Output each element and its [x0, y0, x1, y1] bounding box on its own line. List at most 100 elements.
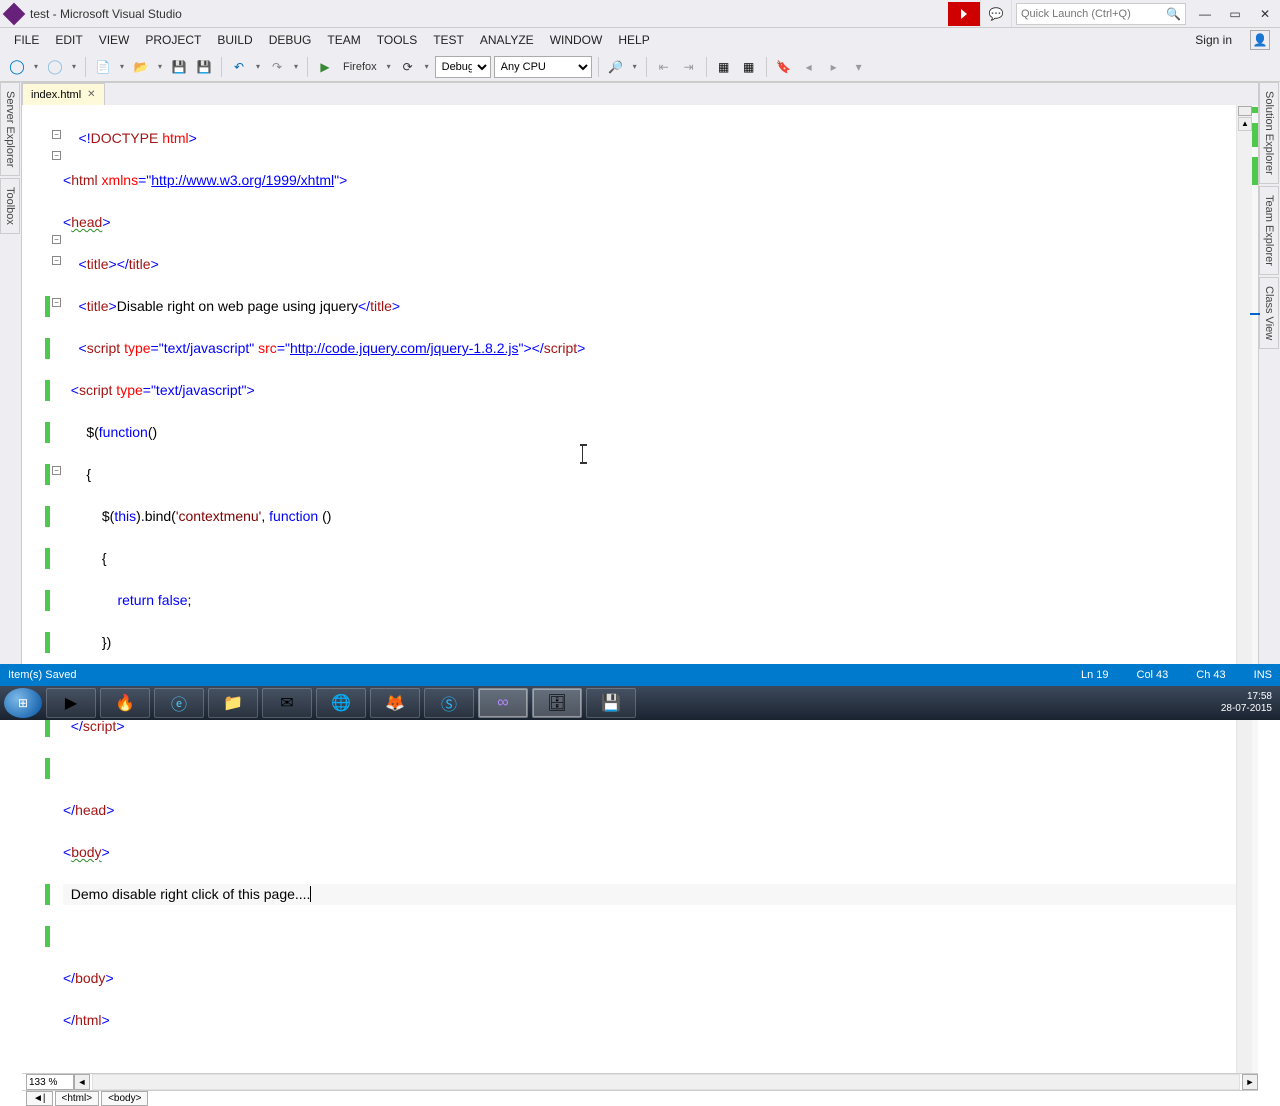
next-bookmark-button[interactable]: ▸ [823, 56, 845, 78]
server-explorer-tab[interactable]: Server Explorer [0, 82, 20, 176]
menu-project[interactable]: PROJECT [137, 30, 209, 50]
minimize-button[interactable]: — [1190, 4, 1220, 24]
platform-combo[interactable]: Any CPU [494, 56, 592, 78]
menubar: FILE EDIT VIEW PROJECT BUILD DEBUG TEAM … [0, 28, 1280, 52]
scroll-right-icon[interactable]: ► [1242, 1074, 1258, 1090]
editor[interactable]: − − − − − − <!DOCTYPE html> <html xmlns=… [22, 105, 1258, 1073]
status-col: Col 43 [1137, 669, 1169, 681]
quick-launch-input[interactable] [1021, 8, 1161, 20]
undo-button[interactable]: ↶ [228, 56, 250, 78]
config-combo[interactable]: Debug [435, 56, 491, 78]
refresh-button[interactable]: ⟳ [397, 56, 419, 78]
zoom-combo[interactable] [26, 1074, 74, 1090]
toolbox-tab[interactable]: Toolbox [0, 178, 20, 234]
class-view-tab[interactable]: Class View [1259, 277, 1279, 349]
search-icon: 🔍 [1166, 7, 1181, 21]
taskbar: ⊞ ▶ 🔥 ⓔ 📁 ✉ 🌐 🦊 Ⓢ ∞ 🗄 💾 17:58 28-07-2015 [0, 686, 1280, 720]
fold-icon[interactable]: − [52, 235, 61, 244]
taskbar-ssms[interactable]: 🗄 [532, 688, 582, 718]
nav-forward-dropdown[interactable]: ▾ [69, 62, 79, 71]
file-tab-label: index.html [31, 89, 81, 101]
maximize-button[interactable]: ▭ [1220, 4, 1250, 24]
breadcrumb-body[interactable]: <body> [101, 1091, 148, 1106]
outdent-button[interactable]: ⇤ [653, 56, 675, 78]
overview-ruler[interactable] [1252, 105, 1258, 1073]
vertical-scrollbar[interactable]: ▲ [1236, 105, 1252, 1073]
find-button[interactable]: 🔎 [605, 56, 627, 78]
bookmark-button[interactable]: 🔖 [773, 56, 795, 78]
start-button[interactable]: ⊞ [4, 688, 42, 718]
taskbar-visualstudio[interactable]: ∞ [478, 688, 528, 718]
menu-window[interactable]: WINDOW [542, 30, 611, 50]
caret [310, 886, 311, 902]
menu-help[interactable]: HELP [610, 30, 657, 50]
fold-icon[interactable]: − [52, 256, 61, 265]
breadcrumb-nav[interactable]: ◄| [26, 1091, 53, 1106]
feedback-button[interactable]: 💬 [980, 0, 1012, 27]
notifications-button[interactable] [948, 2, 980, 26]
open-file-button[interactable]: 📂 [130, 56, 152, 78]
taskbar-firefox[interactable]: 🦊 [370, 688, 420, 718]
menu-debug[interactable]: DEBUG [261, 30, 320, 50]
scroll-left-icon[interactable]: ◄ [74, 1074, 90, 1090]
menu-edit[interactable]: EDIT [47, 30, 90, 50]
taskbar-skype[interactable]: Ⓢ [424, 688, 474, 718]
code-area[interactable]: <!DOCTYPE html> <html xmlns="http://www.… [63, 105, 1236, 1073]
nav-back-dropdown[interactable]: ▾ [31, 62, 41, 71]
start-button[interactable]: ▶ [314, 56, 336, 78]
close-button[interactable]: ✕ [1250, 4, 1280, 24]
fold-icon[interactable]: − [52, 298, 61, 307]
sign-in-link[interactable]: Sign in [1187, 30, 1240, 50]
menu-tools[interactable]: TOOLS [369, 30, 425, 50]
menu-build[interactable]: BUILD [209, 30, 260, 50]
start-browser-label[interactable]: Firefox [339, 61, 381, 73]
close-tab-icon[interactable]: ✕ [87, 89, 95, 100]
titlebar: test - Microsoft Visual Studio 💬 🔍 — ▭ ✕ [0, 0, 1280, 28]
status-message: Item(s) Saved [8, 669, 76, 681]
taskbar-ie[interactable]: ⓔ [154, 688, 204, 718]
user-avatar-icon[interactable]: 👤 [1250, 30, 1270, 50]
clear-bookmarks-button[interactable]: ▾ [848, 56, 870, 78]
redo-button[interactable]: ↷ [266, 56, 288, 78]
uncomment-button[interactable]: ▦ [738, 56, 760, 78]
menu-view[interactable]: VIEW [91, 30, 138, 50]
team-explorer-tab[interactable]: Team Explorer [1259, 186, 1279, 275]
nav-forward-button[interactable]: ◯ [44, 56, 66, 78]
menu-team[interactable]: TEAM [319, 30, 368, 50]
statusbar: Item(s) Saved Ln 19 Col 43 Ch 43 INS [0, 664, 1280, 686]
file-tab-index[interactable]: index.html ✕ [22, 83, 105, 105]
fold-icon[interactable]: − [52, 130, 61, 139]
nav-back-button[interactable]: ◯ [6, 56, 28, 78]
taskbar-save[interactable]: 💾 [586, 688, 636, 718]
system-tray[interactable]: 17:58 28-07-2015 [1221, 691, 1280, 715]
split-handle[interactable] [1238, 106, 1252, 116]
file-tab-bar: index.html ✕ [22, 82, 1258, 105]
horizontal-scrollbar[interactable] [92, 1074, 1240, 1090]
status-line: Ln 19 [1081, 669, 1109, 681]
editor-region: index.html ✕ − − − − − − <!DOCTYPE html>… [22, 82, 1258, 685]
vs-logo-icon [3, 2, 26, 25]
taskbar-thunderbird[interactable]: ✉ [262, 688, 312, 718]
new-project-button[interactable]: 📄 [92, 56, 114, 78]
menu-analyze[interactable]: ANALYZE [472, 30, 542, 50]
solution-explorer-tab[interactable]: Solution Explorer [1259, 82, 1279, 184]
menu-test[interactable]: TEST [425, 30, 472, 50]
status-ch: Ch 43 [1196, 669, 1225, 681]
fold-icon[interactable]: − [52, 466, 61, 475]
quick-launch-box[interactable]: 🔍 [1016, 3, 1186, 25]
indent-button[interactable]: ⇥ [678, 56, 700, 78]
taskbar-app1[interactable]: 🔥 [100, 688, 150, 718]
menu-file[interactable]: FILE [6, 30, 47, 50]
prev-bookmark-button[interactable]: ◂ [798, 56, 820, 78]
flag-icon [961, 9, 967, 19]
scroll-up-icon[interactable]: ▲ [1238, 117, 1252, 131]
taskbar-chrome[interactable]: 🌐 [316, 688, 366, 718]
comment-button[interactable]: ▦ [713, 56, 735, 78]
fold-icon[interactable]: − [52, 151, 61, 160]
breadcrumb-html[interactable]: <html> [55, 1091, 100, 1106]
taskbar-explorer[interactable]: 📁 [208, 688, 258, 718]
save-button[interactable]: 💾 [168, 56, 190, 78]
taskbar-mediaplayer[interactable]: ▶ [46, 688, 96, 718]
save-all-button[interactable]: 💾 [193, 56, 215, 78]
window-title: test - Microsoft Visual Studio [30, 7, 182, 21]
